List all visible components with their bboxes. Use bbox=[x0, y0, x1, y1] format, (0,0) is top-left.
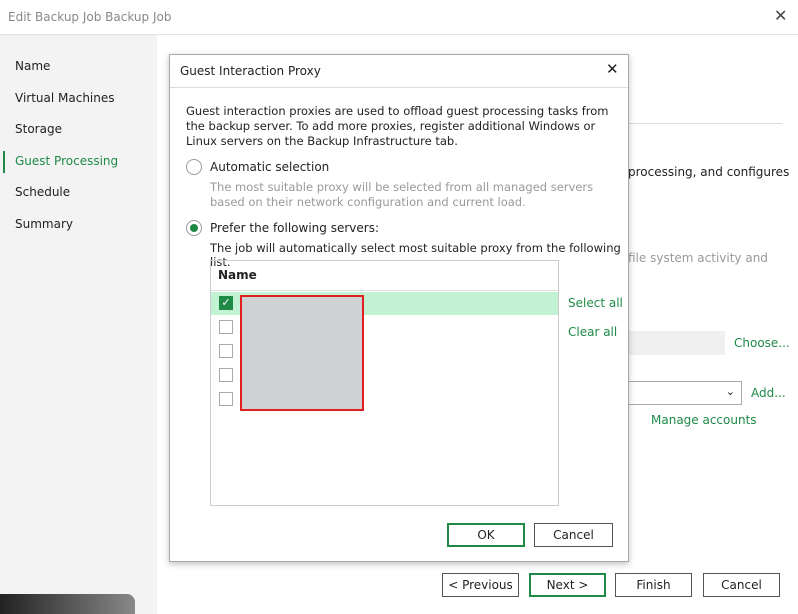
prefer-servers-radio[interactable] bbox=[186, 220, 202, 236]
dialog-description: Guest interaction proxies are used to of… bbox=[186, 104, 609, 148]
taskbar-fragment bbox=[0, 594, 135, 614]
next-button[interactable]: Next > bbox=[529, 573, 606, 597]
wizard-sidebar: Name Virtual Machines Storage Guest Proc… bbox=[0, 35, 157, 614]
automatic-selection-label[interactable]: Automatic selection bbox=[210, 160, 329, 174]
sidebar-item-summary[interactable]: Summary bbox=[15, 217, 73, 231]
divider bbox=[170, 87, 628, 88]
finish-button[interactable]: Finish bbox=[615, 573, 692, 597]
select-all-link[interactable]: Select all bbox=[568, 296, 623, 310]
close-icon[interactable]: ✕ bbox=[774, 6, 787, 25]
account-dropdown[interactable]: ⌄ bbox=[628, 381, 742, 405]
row-checkbox[interactable]: ✓ bbox=[219, 296, 233, 310]
row-checkbox[interactable] bbox=[219, 392, 233, 406]
window-title: Edit Backup Job Backup Job bbox=[8, 10, 172, 24]
automatic-selection-hint: The most suitable proxy will be selected… bbox=[210, 180, 594, 209]
dialog-cancel-button[interactable]: Cancel bbox=[534, 523, 613, 547]
automatic-selection-radio[interactable] bbox=[186, 159, 202, 175]
sidebar-item-storage[interactable]: Storage bbox=[15, 122, 62, 136]
row-checkbox[interactable] bbox=[219, 368, 233, 382]
sidebar-item-name[interactable]: Name bbox=[15, 59, 50, 73]
header-divider bbox=[211, 290, 558, 291]
cancel-button[interactable]: Cancel bbox=[703, 573, 780, 597]
header-divider bbox=[628, 123, 782, 124]
sidebar-item-virtual-machines[interactable]: Virtual Machines bbox=[15, 91, 115, 105]
guest-interaction-proxy-dialog: Guest Interaction Proxy ✕ Guest interact… bbox=[169, 54, 629, 562]
chevron-down-icon: ⌄ bbox=[725, 385, 735, 398]
redacted-server-names bbox=[240, 295, 364, 411]
clear-all-link[interactable]: Clear all bbox=[568, 325, 617, 339]
previous-button[interactable]: < Previous bbox=[442, 573, 519, 597]
sidebar-item-guest-processing[interactable]: Guest Processing bbox=[15, 154, 118, 168]
close-icon[interactable]: ✕ bbox=[606, 60, 619, 78]
hint-text: file system activity and bbox=[628, 251, 768, 265]
row-checkbox[interactable] bbox=[219, 320, 233, 334]
prefer-servers-label[interactable]: Prefer the following servers: bbox=[210, 221, 379, 235]
choose-button[interactable]: Choose... bbox=[734, 336, 790, 350]
server-field[interactable] bbox=[628, 331, 725, 355]
sidebar-item-schedule[interactable]: Schedule bbox=[15, 185, 70, 199]
row-checkbox[interactable] bbox=[219, 344, 233, 358]
add-account-button[interactable]: Add... bbox=[751, 386, 786, 400]
proxy-list[interactable]: Name ✓ bbox=[210, 260, 559, 506]
column-header-name[interactable]: Name bbox=[218, 268, 257, 282]
active-indicator bbox=[3, 151, 5, 173]
ok-button[interactable]: OK bbox=[447, 523, 525, 547]
manage-accounts-link[interactable]: Manage accounts bbox=[651, 413, 757, 427]
dialog-title: Guest Interaction Proxy bbox=[180, 64, 321, 78]
description-text: processing, and configures bbox=[628, 165, 790, 179]
